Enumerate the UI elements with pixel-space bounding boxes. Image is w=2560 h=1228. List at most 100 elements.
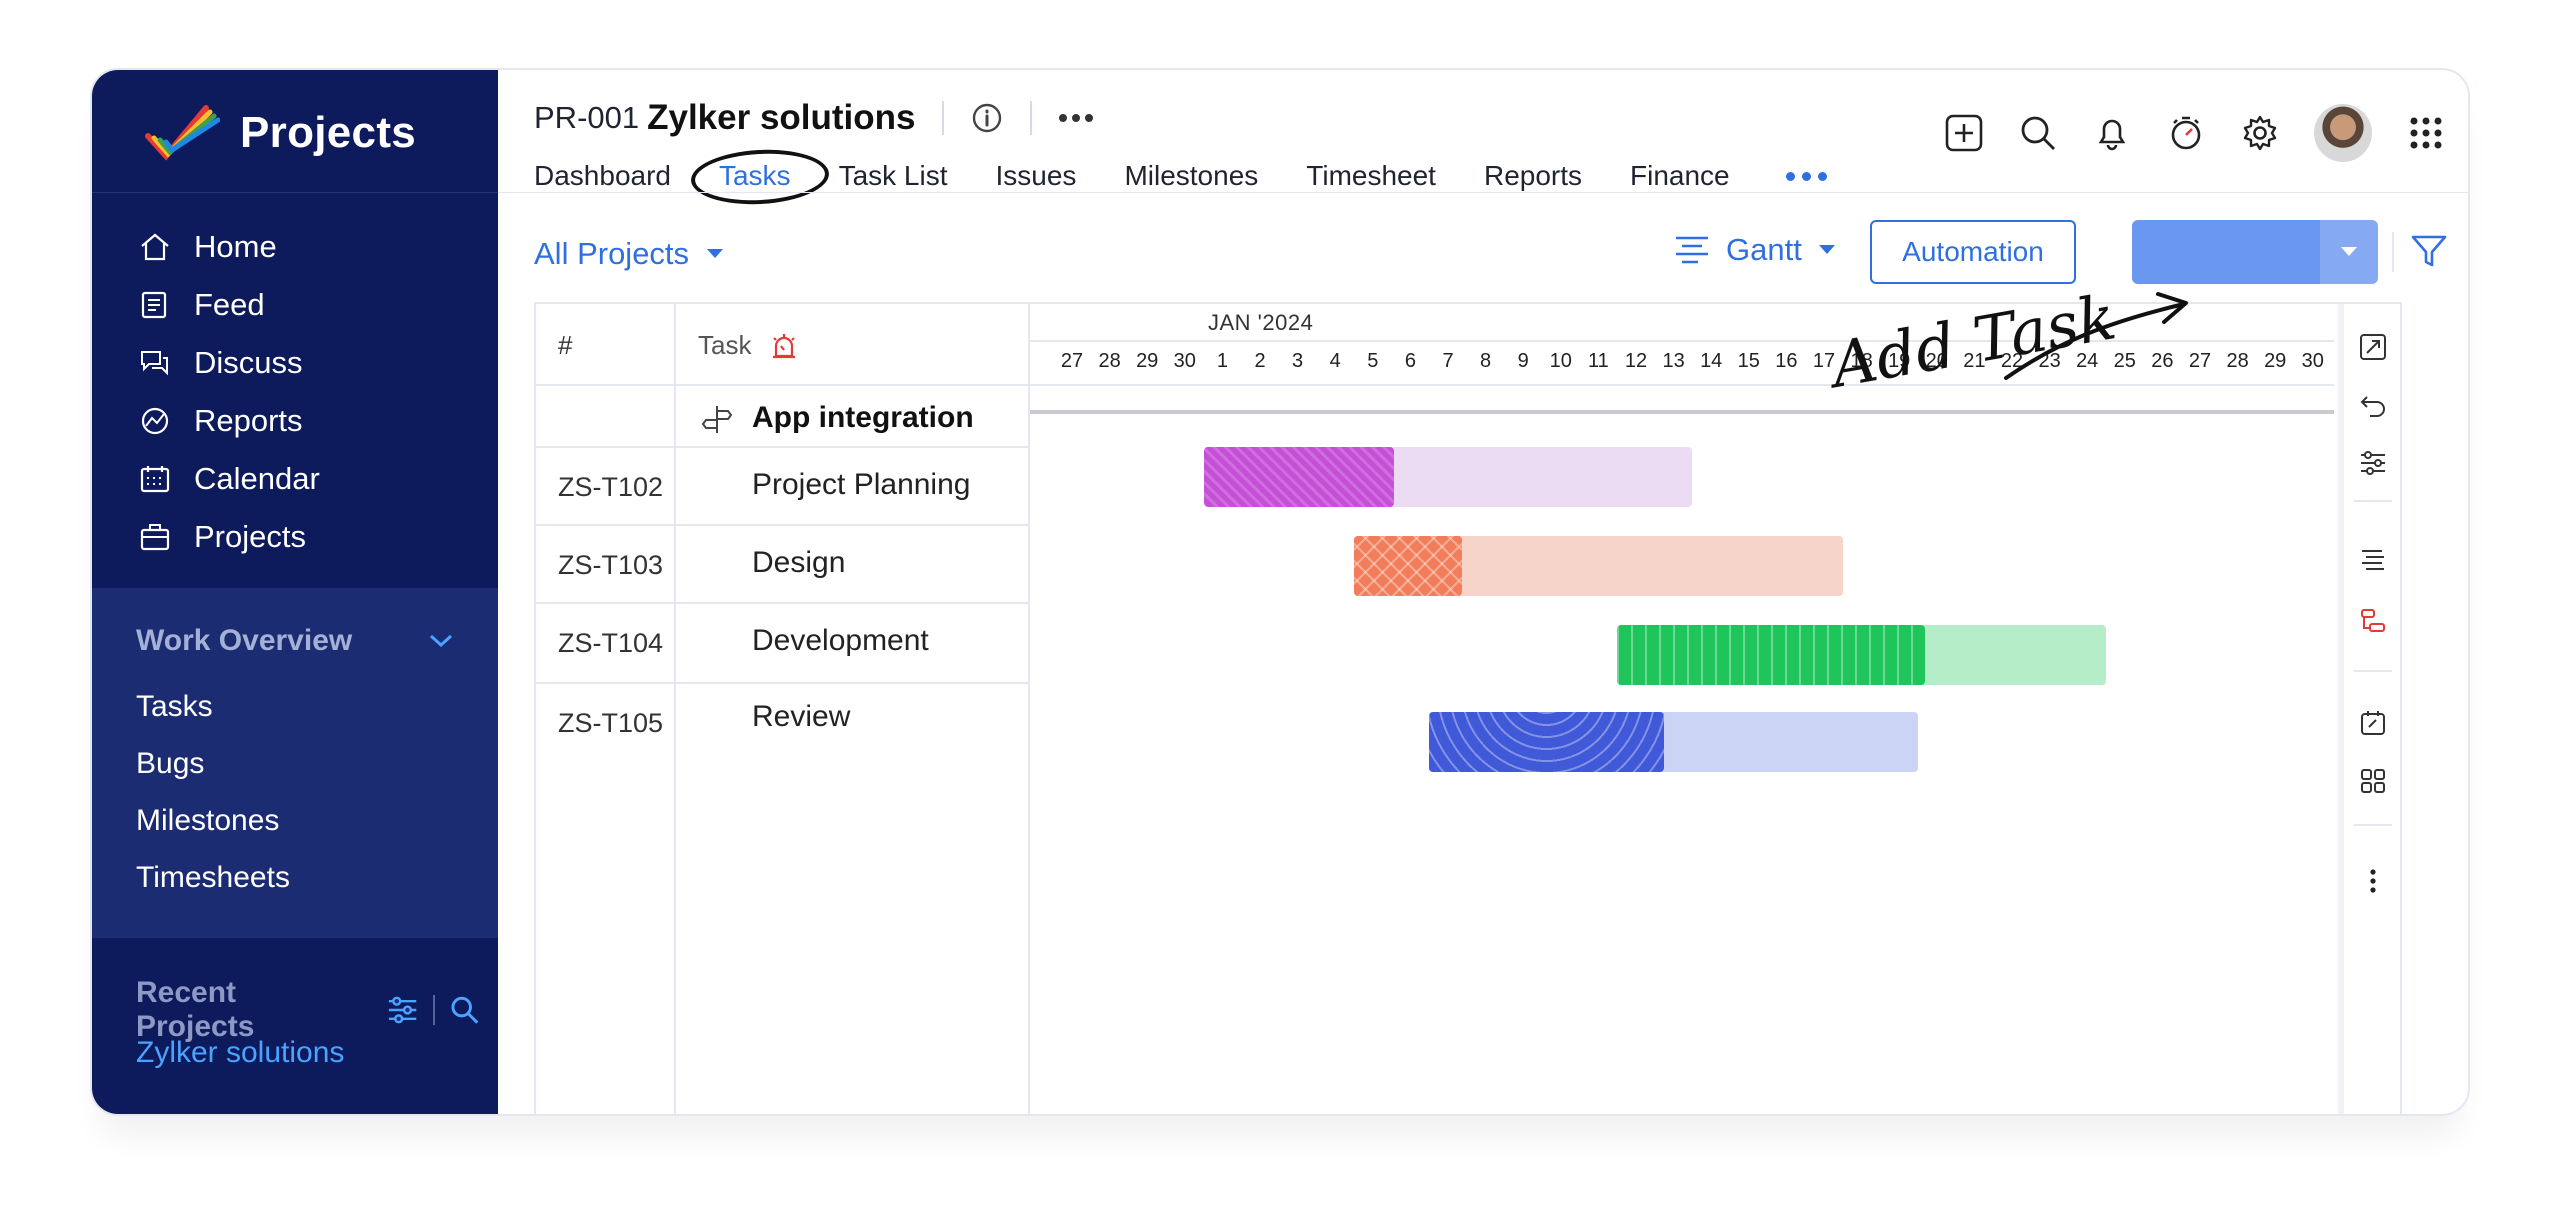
rail-divider <box>2354 500 2392 502</box>
tab-reports[interactable]: Reports <box>1484 160 1582 192</box>
avatar[interactable] <box>2314 104 2372 162</box>
sliders-icon[interactable] <box>386 993 419 1027</box>
caret-down-icon <box>1818 245 1835 254</box>
undo-icon[interactable] <box>2358 390 2388 420</box>
tab-tasks[interactable]: Tasks <box>719 160 791 192</box>
filter-icon[interactable] <box>2410 232 2448 275</box>
add-icon[interactable] <box>1944 113 1984 153</box>
work-item-bugs[interactable]: Bugs <box>136 735 290 792</box>
sidebar-item-projects[interactable]: Projects <box>138 508 320 566</box>
expand-icon[interactable] <box>2358 332 2388 362</box>
sidebar-item-label: Feed <box>194 287 265 322</box>
bell-icon[interactable] <box>2092 113 2132 153</box>
tab-timesheet[interactable]: Timesheet <box>1306 160 1436 192</box>
task-bar[interactable] <box>1203 447 1693 507</box>
table-row[interactable]: ZS-T104 Development <box>536 604 1030 684</box>
tabs-more-icon[interactable] <box>1785 171 1827 181</box>
header-divider-line <box>498 192 2468 193</box>
add-task-dropdown-button[interactable] <box>2320 220 2378 284</box>
work-item-timesheets[interactable]: Timesheets <box>136 849 290 906</box>
calendar-icon <box>140 466 170 493</box>
info-icon[interactable] <box>970 101 1004 135</box>
all-projects-dropdown[interactable]: All Projects <box>534 236 725 272</box>
task-bar-progress <box>1429 712 1664 772</box>
task-id: ZS-T105 <box>558 708 664 738</box>
apps-grid-icon[interactable] <box>2406 113 2446 153</box>
project-header: PR-001 Zylker solutions <box>534 92 1094 144</box>
recent-project-link[interactable]: Zylker solutions <box>136 1036 344 1070</box>
gantt-timeline: JAN '2024 27 28 29 30 1 2 3 4 5 6 7 8 9 10 11 12 13 14 15 1… <box>1030 304 2394 1114</box>
task-bar[interactable] <box>1354 536 1843 596</box>
day-tick: 4 <box>1329 350 1341 372</box>
work-item-tasks[interactable]: Tasks <box>136 678 290 735</box>
sidebar-item-calendar[interactable]: Calendar <box>138 450 320 508</box>
tab-milestones[interactable]: Milestones <box>1124 160 1258 192</box>
search-icon[interactable] <box>449 994 480 1026</box>
more-options-icon[interactable] <box>1058 113 1094 123</box>
table-row[interactable]: ZS-T102 Project Planning <box>536 448 1030 526</box>
task-bar[interactable] <box>1617 625 2106 685</box>
view-toolbar: All Projects Gantt Automation <box>534 218 2468 290</box>
day-tick: 29 <box>2264 350 2287 372</box>
day-tick: 14 <box>1700 350 1723 372</box>
settings-sliders-icon[interactable] <box>2358 448 2388 478</box>
caret-down-icon <box>707 249 724 258</box>
table-row[interactable]: ZS-T103 Design <box>536 526 1030 604</box>
task-name[interactable]: Development <box>752 624 929 658</box>
tab-finance[interactable]: Finance <box>1630 160 1730 192</box>
critical-path-icon[interactable] <box>2358 606 2388 636</box>
grid-view-icon[interactable] <box>2358 766 2388 796</box>
baseline-icon[interactable] <box>2358 708 2388 738</box>
day-tick: 8 <box>1480 350 1492 372</box>
milestone-signpost-icon <box>701 406 733 433</box>
feed-icon <box>141 291 167 319</box>
tab-dashboard[interactable]: Dashboard <box>534 160 671 192</box>
sidebar-item-discuss[interactable]: Discuss <box>138 334 320 392</box>
app-window: Projects Home Feed Discuss Reports Calen… <box>90 68 2470 1116</box>
column-header-task[interactable]: Task <box>698 330 799 361</box>
group-row[interactable]: App integration <box>536 386 1030 448</box>
column-header-number: # <box>558 330 573 360</box>
alarm-icon <box>773 333 796 358</box>
day-tick: 13 <box>1662 350 1685 372</box>
brand-title: Projects <box>240 108 417 157</box>
task-bar-progress <box>1354 536 1462 596</box>
sidebar-item-home[interactable]: Home <box>138 218 320 276</box>
work-overview-header[interactable]: Work Overview <box>136 624 454 658</box>
tab-task-list[interactable]: Task List <box>839 160 948 192</box>
tab-issues[interactable]: Issues <box>996 160 1077 192</box>
work-item-milestones[interactable]: Milestones <box>136 792 290 849</box>
search-icon[interactable] <box>2018 113 2058 153</box>
project-code: PR-001 <box>534 100 640 135</box>
kebab-menu-icon[interactable] <box>2358 866 2388 896</box>
sidebar-item-reports[interactable]: Reports <box>138 392 320 450</box>
toolbar-divider <box>2392 232 2394 272</box>
toolbar-divider <box>2468 232 2470 272</box>
gear-icon[interactable] <box>2240 113 2280 153</box>
view-switcher[interactable]: Gantt <box>1674 232 1836 268</box>
briefcase-icon <box>140 524 170 551</box>
chevron-down-icon[interactable] <box>428 633 454 649</box>
task-name[interactable]: Project Planning <box>752 468 970 502</box>
day-tick: 10 <box>1549 350 1572 372</box>
group-name: App integration <box>752 401 974 434</box>
automation-button[interactable]: Automation <box>1870 220 2076 284</box>
table-row[interactable]: ZS-T105 Review <box>536 684 1030 760</box>
sidebar-item-feed[interactable]: Feed <box>138 276 320 334</box>
task-name[interactable]: Review <box>752 700 850 734</box>
main-content: PR-001 Zylker solutions Dashboard Tasks … <box>498 70 2468 1114</box>
header-divider <box>941 101 944 135</box>
recent-projects-title: Recent Projects <box>136 976 255 1043</box>
brand[interactable]: Projects <box>144 98 416 168</box>
sidebar-item-label: Reports <box>194 403 303 438</box>
caret-down-icon <box>2341 247 2357 256</box>
task-bar[interactable] <box>1429 712 1918 772</box>
work-overview-list: Tasks Bugs Milestones Timesheets <box>136 678 290 906</box>
timer-icon[interactable] <box>2166 113 2206 153</box>
align-icon[interactable] <box>2358 546 2388 576</box>
rail-divider <box>2354 670 2392 672</box>
task-id: ZS-T102 <box>558 472 664 502</box>
task-name[interactable]: Design <box>752 546 845 580</box>
discuss-icon <box>141 351 168 376</box>
day-tick: 2 <box>1254 350 1266 372</box>
